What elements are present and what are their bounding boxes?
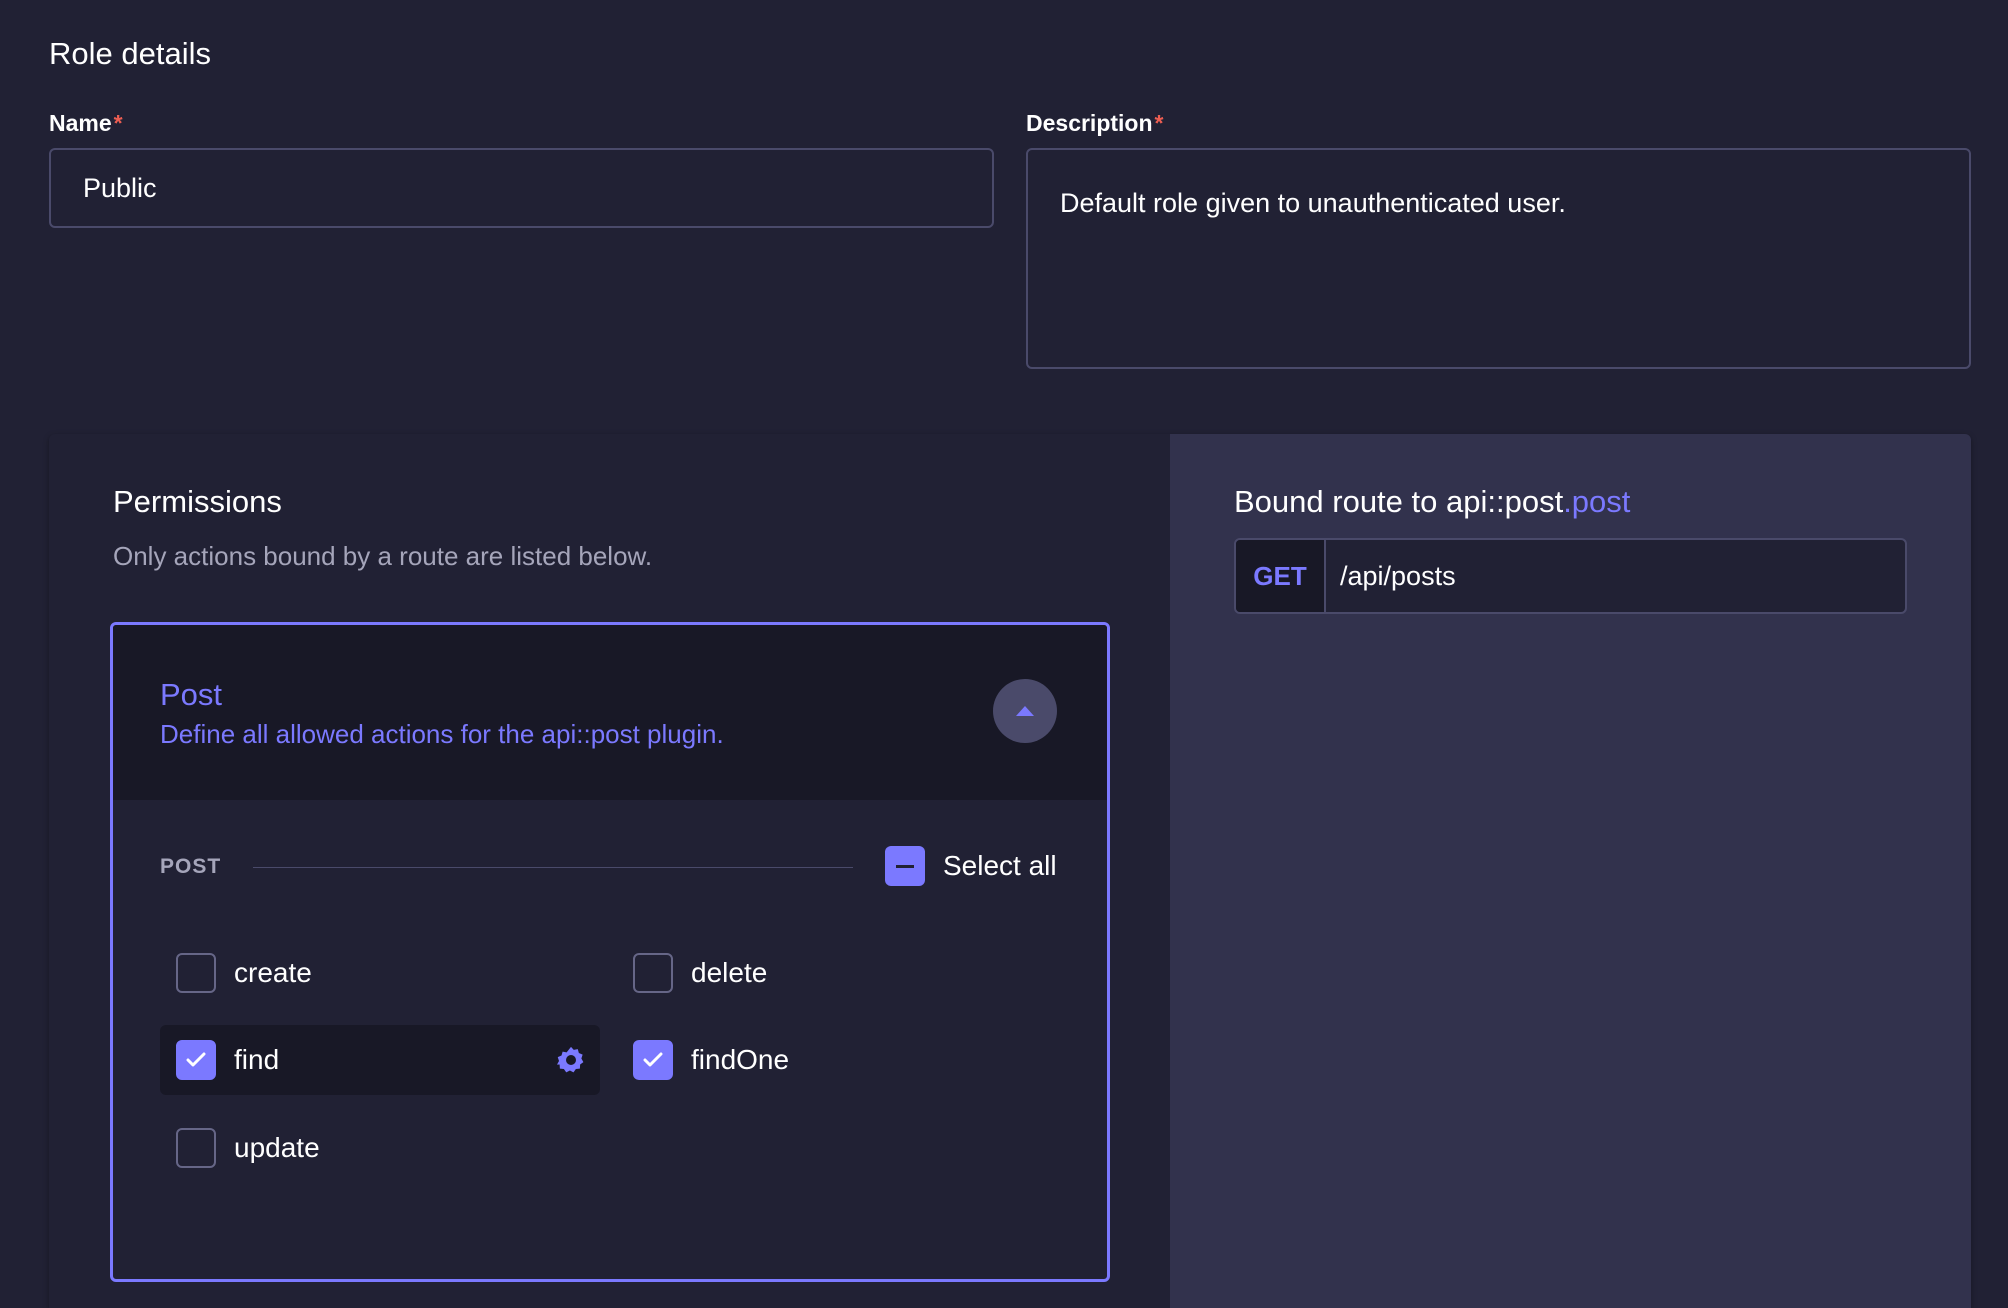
action-create[interactable]: create bbox=[160, 938, 600, 1008]
select-all-label: Select all bbox=[943, 850, 1057, 881]
route-display: GET /api/posts bbox=[1234, 538, 1907, 614]
http-method-badge: GET bbox=[1236, 540, 1326, 612]
update-checkbox[interactable] bbox=[176, 1128, 216, 1168]
select-all-checkbox[interactable]: Select all bbox=[885, 846, 1057, 886]
action-findone[interactable]: findOne bbox=[617, 1025, 1057, 1095]
gear-icon[interactable] bbox=[556, 1045, 586, 1075]
delete-checkbox[interactable] bbox=[633, 953, 673, 993]
findone-checkbox[interactable] bbox=[633, 1040, 673, 1080]
action-label: find bbox=[234, 1044, 280, 1075]
name-label: Name* bbox=[49, 110, 123, 137]
bound-route-title: Bound route to api::post.post bbox=[1234, 484, 1630, 520]
action-update[interactable]: update bbox=[160, 1113, 600, 1183]
select-all-indeterminate-icon bbox=[885, 846, 925, 886]
route-path: /api/posts bbox=[1340, 560, 1456, 591]
name-input-value: Public bbox=[83, 172, 157, 203]
accordion-collapse-button[interactable] bbox=[993, 679, 1057, 743]
description-label: Description* bbox=[1026, 110, 1163, 137]
description-required-mark: * bbox=[1154, 110, 1164, 136]
name-required-mark: * bbox=[113, 110, 123, 136]
permissions-panel: Permissions Only actions bound by a rout… bbox=[49, 434, 1971, 1308]
checkmark-icon bbox=[643, 1052, 663, 1067]
find-checkbox[interactable] bbox=[176, 1040, 216, 1080]
action-label: findOne bbox=[691, 1044, 790, 1075]
action-find[interactable]: find bbox=[160, 1025, 600, 1095]
permissions-column: Permissions Only actions bound by a rout… bbox=[49, 434, 1170, 1308]
permissions-title: Permissions bbox=[113, 484, 282, 519]
permissions-subtitle: Only actions bound by a route are listed… bbox=[113, 541, 653, 571]
action-label: delete bbox=[691, 957, 768, 988]
name-label-text: Name bbox=[49, 110, 112, 136]
create-checkbox[interactable] bbox=[176, 953, 216, 993]
description-textarea[interactable]: Default role given to unauthenticated us… bbox=[1026, 148, 1971, 369]
caret-up-icon bbox=[1016, 706, 1034, 716]
section-divider bbox=[253, 867, 853, 868]
checkmark-icon bbox=[186, 1052, 206, 1067]
bound-route-title-prefix: Bound route to api::post bbox=[1234, 484, 1564, 519]
accordion-header[interactable]: Post Define all allowed actions for the … bbox=[113, 625, 1107, 800]
accordion-description: Define all allowed actions for the api::… bbox=[160, 719, 724, 749]
action-label: create bbox=[234, 957, 312, 988]
bound-route-title-accent: .post bbox=[1563, 484, 1631, 519]
action-delete[interactable]: delete bbox=[617, 938, 1057, 1008]
accordion-title: Post bbox=[160, 677, 223, 712]
action-label: update bbox=[234, 1132, 320, 1163]
role-details-title: Role details bbox=[49, 36, 211, 71]
description-label-text: Description bbox=[1026, 110, 1153, 136]
description-textarea-value: Default role given to unauthenticated us… bbox=[1060, 188, 1566, 218]
name-input[interactable]: Public bbox=[49, 148, 994, 228]
bound-route-panel: Bound route to api::post.post GET /api/p… bbox=[1170, 434, 1971, 1308]
post-accordion: Post Define all allowed actions for the … bbox=[110, 622, 1110, 1282]
section-label: POST bbox=[160, 855, 222, 878]
accordion-body: POST Select all create delete find findO… bbox=[113, 800, 1107, 1279]
